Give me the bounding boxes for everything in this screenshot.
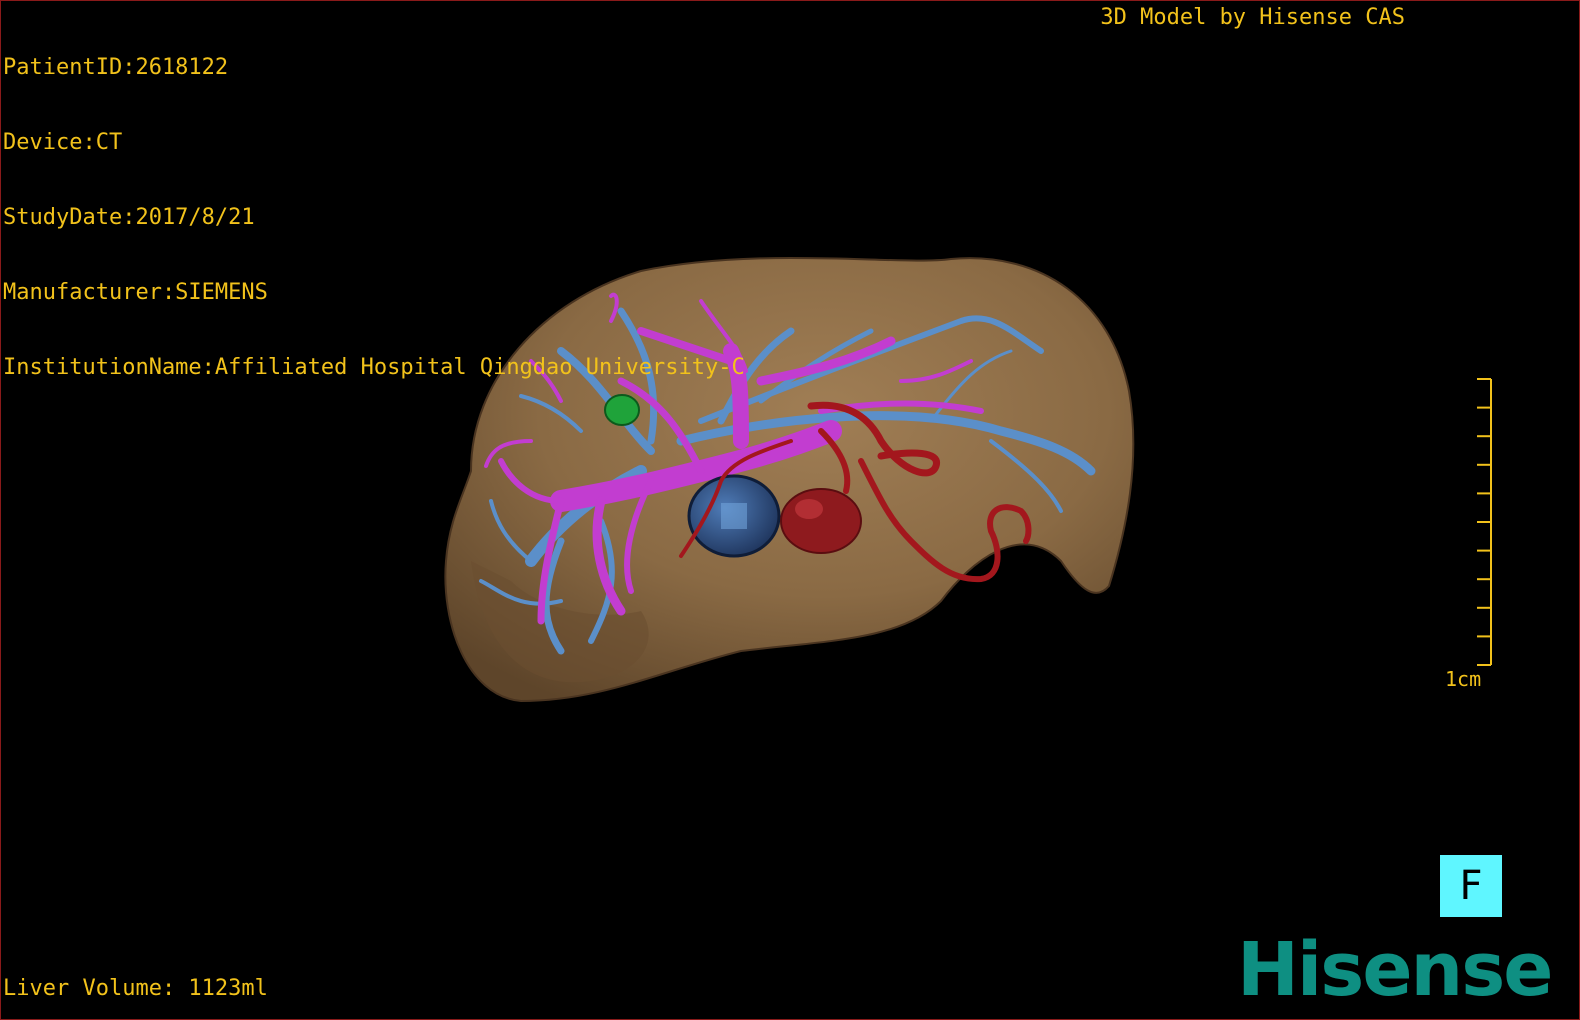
institution-text: InstitutionName:Affiliated Hospital Qing… bbox=[3, 355, 745, 380]
liver-volume-text: Liver Volume: 1123ml bbox=[3, 976, 268, 1001]
hisense-logo: Hisense bbox=[1237, 927, 1553, 1013]
patient-id-text: PatientID:2618122 bbox=[3, 55, 229, 80]
study-info-block: PatientID:2618122 Device:CT StudyDate:20… bbox=[3, 5, 745, 430]
manufacturer-text: Manufacturer:SIEMENS bbox=[3, 280, 268, 305]
model-credit-text: 3D Model by Hisense CAS bbox=[1100, 5, 1405, 30]
scale-label: 1cm bbox=[1445, 667, 1482, 691]
orientation-marker-button[interactable]: F bbox=[1440, 855, 1502, 917]
study-date-text: StudyDate:2017/8/21 bbox=[3, 205, 255, 230]
3d-model-viewport[interactable]: PatientID:2618122 Device:CT StudyDate:20… bbox=[0, 0, 1580, 1020]
device-text: Device:CT bbox=[3, 130, 123, 155]
